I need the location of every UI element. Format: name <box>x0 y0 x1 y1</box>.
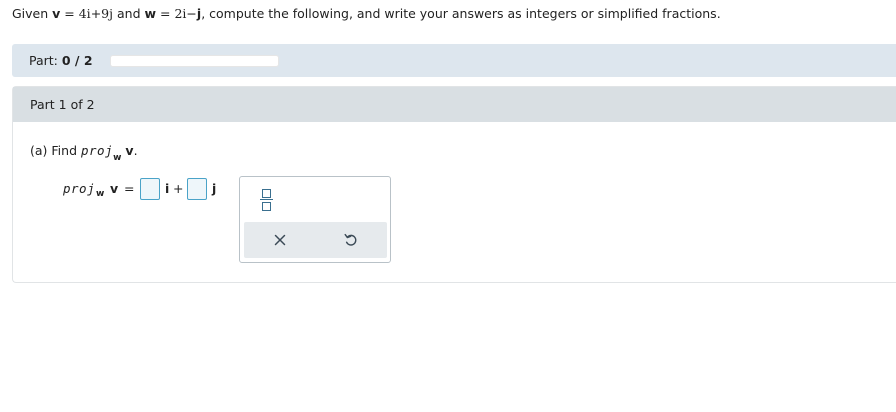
w-expr-i-term: 2i <box>174 6 187 21</box>
answer-equals: = <box>124 181 135 196</box>
question-prefix: Given <box>12 6 53 21</box>
prompt-vector-v: v <box>125 143 134 158</box>
part-header: Part 1 of 2 <box>13 87 896 122</box>
equals-sign: = <box>60 6 79 21</box>
question-suffix: , compute the following, and write your … <box>201 6 721 21</box>
proj-subscript: w <box>113 153 122 163</box>
progress-value: 0 / 2 <box>61 53 93 68</box>
vector-w-name: w <box>144 6 157 21</box>
v-expr-j-term: 9j <box>101 6 114 21</box>
undo-icon[interactable] <box>342 231 360 249</box>
minus-sign: − <box>186 6 197 21</box>
answer-plus: + <box>173 181 184 196</box>
answer-vector-v: v <box>110 181 119 196</box>
conjunction-text: and <box>113 6 145 21</box>
progress-label: Part: 0 / 2 <box>29 53 93 69</box>
toolbox-footer <box>244 222 387 258</box>
fraction-icon[interactable] <box>258 187 274 213</box>
clear-icon[interactable] <box>271 231 289 249</box>
question-text: Given v = 4i+9j and w = 2i−j, compute th… <box>12 6 721 22</box>
fraction-numerator-slot <box>262 189 271 198</box>
equals-sign: = <box>156 6 175 21</box>
prompt-prefix: (a) Find <box>30 143 81 158</box>
answer-i-label: i <box>165 181 170 196</box>
prompt-period: . <box>133 143 138 158</box>
progress-label-text: Part: <box>29 53 62 68</box>
fraction-bar <box>260 199 273 200</box>
sub-question-prompt: (a) Find projw v. <box>30 143 138 163</box>
plus-sign: + <box>90 6 102 21</box>
math-toolbox <box>239 176 391 263</box>
answer-input-i-coefficient[interactable] <box>140 178 160 200</box>
answer-proj-operator: proj <box>63 181 96 196</box>
answer-proj-subscript: w <box>96 189 105 199</box>
fraction-denominator-slot <box>262 202 271 211</box>
answer-j-label: j <box>212 181 217 196</box>
part-panel: Part 1 of 2 (a) Find projw v. proj w v =… <box>12 86 896 283</box>
answer-input-j-coefficient[interactable] <box>187 178 207 200</box>
v-expr-i-term: 4i <box>78 6 91 21</box>
part-progress-bar: Part: 0 / 2 <box>12 44 896 77</box>
part-header-label: Part 1 of 2 <box>30 97 95 112</box>
progress-track <box>110 55 279 67</box>
proj-operator: proj <box>80 143 114 158</box>
